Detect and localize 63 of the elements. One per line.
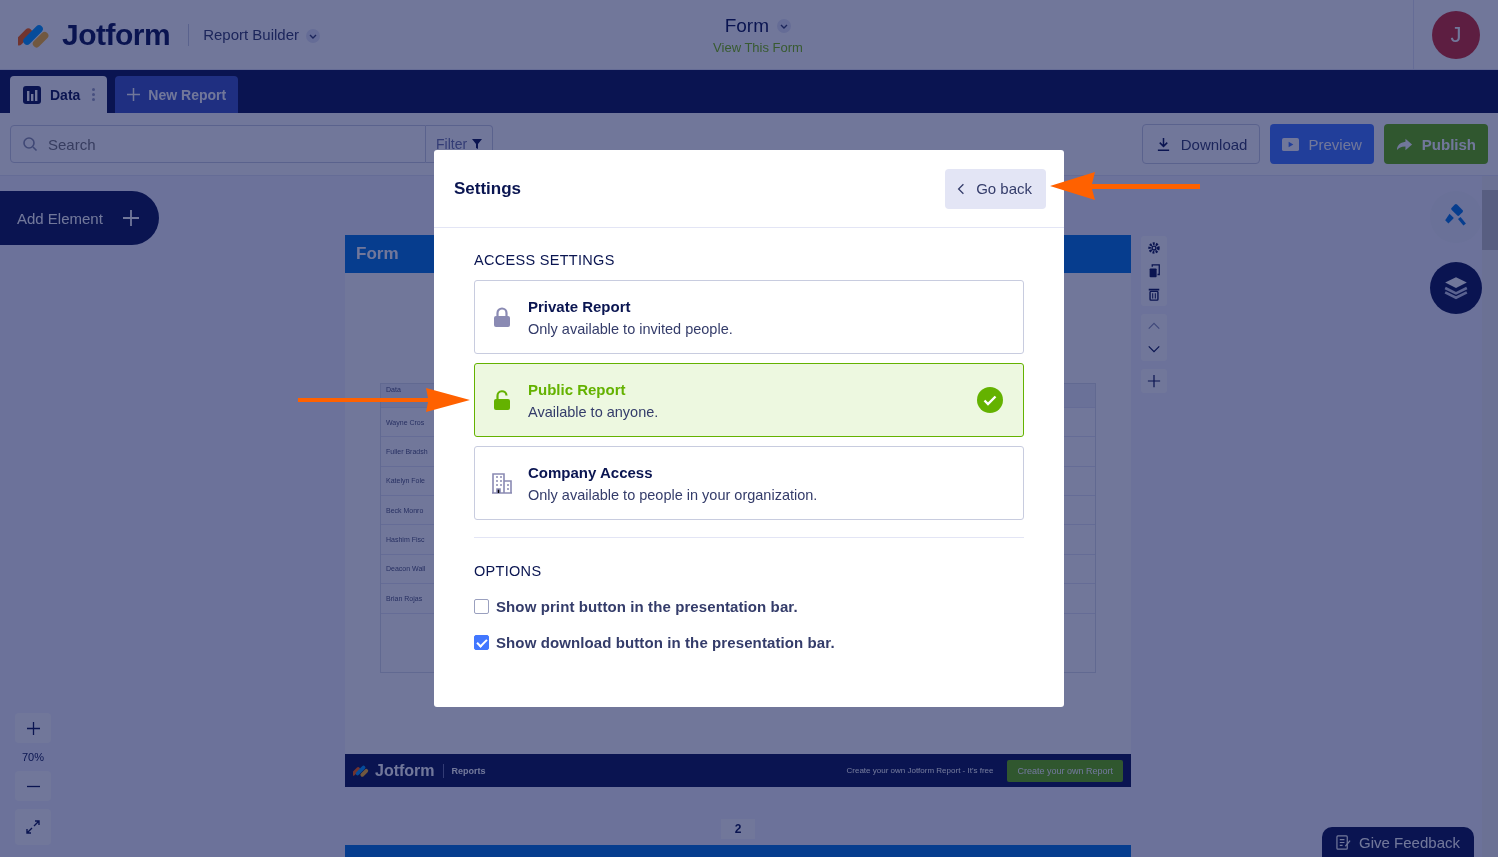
plus-icon — [26, 721, 40, 735]
unlocked-icon — [491, 389, 513, 411]
access-option-card[interactable]: Private Report Only available to invited people. — [474, 280, 1024, 354]
layers-icon — [1443, 275, 1469, 301]
view-form-link[interactable]: View This Form — [713, 39, 803, 55]
search-icon — [22, 136, 38, 152]
layers-button[interactable] — [1430, 262, 1482, 314]
user-avatar[interactable]: J — [1432, 10, 1480, 59]
checkbox-label: Show download button in the presentation bar. — [496, 634, 835, 651]
share-arrow-icon — [1395, 136, 1413, 152]
option-title: Public Report — [528, 380, 627, 398]
lock-icon — [491, 306, 513, 328]
building-icon — [491, 472, 513, 494]
publish-button[interactable]: Publish — [1383, 124, 1488, 164]
option-description: Available to anyone. — [528, 403, 660, 420]
footer-label: Reports — [451, 765, 486, 776]
section-heading: ACCESS SETTINGS — [474, 252, 616, 268]
logo-icon — [353, 763, 369, 779]
checkbox[interactable] — [474, 635, 489, 650]
page-number: 2 — [720, 819, 756, 840]
plus-icon[interactable] — [1147, 374, 1161, 388]
download-button[interactable]: Download — [1141, 124, 1261, 164]
more-icon[interactable] — [92, 88, 96, 101]
footer-logo-text: Jotform — [375, 761, 435, 780]
search-field[interactable]: Search — [10, 125, 426, 163]
option-title: Company Access — [528, 463, 654, 481]
form-title-menu[interactable]: Form — [724, 14, 792, 37]
caret-down-icon — [306, 29, 321, 43]
product-menu[interactable]: Report Builder — [203, 26, 321, 43]
copy-icon[interactable] — [1147, 264, 1161, 278]
access-option-card[interactable]: Public Report Available to anyone. — [474, 363, 1024, 437]
go-back-button[interactable]: Go back — [945, 168, 1046, 209]
create-report-button[interactable]: Create your own Report — [1007, 759, 1123, 782]
fullscreen-icon[interactable] — [15, 809, 51, 845]
page-title: Form — [356, 243, 399, 264]
footer-promo-text: Create your own Jotform Report - It's free — [846, 766, 994, 776]
preview-button[interactable]: Preview — [1270, 124, 1374, 164]
section-heading: OPTIONS — [474, 563, 543, 579]
option-description: Only available to people in your organization. — [528, 486, 819, 503]
delete-icon[interactable] — [1147, 287, 1161, 301]
chevron-left-icon — [957, 182, 966, 195]
play-icon — [1282, 136, 1300, 152]
give-feedback-button[interactable]: Give Feedback — [1322, 827, 1474, 857]
settings-icon[interactable] — [1147, 241, 1161, 255]
check-circle-icon — [977, 387, 1003, 413]
caret-down-icon — [777, 19, 792, 34]
checkbox-label: Show print button in the presentation bar. — [496, 598, 798, 615]
access-option-card[interactable]: Company Access Only available to people in your organization. — [474, 446, 1024, 520]
checkbox[interactable] — [474, 599, 489, 614]
plus-icon — [122, 210, 139, 226]
scrollbar[interactable] — [1482, 176, 1498, 857]
option-title: Private Report — [528, 297, 632, 315]
zoom-in-button[interactable] — [15, 713, 51, 743]
report-tab[interactable]: New Report — [115, 76, 239, 113]
option-description: Only available to invited people. — [528, 320, 734, 337]
report-tab[interactable]: Data — [10, 76, 108, 113]
dialog-title: Settings — [454, 178, 522, 199]
bar-chart-icon — [22, 84, 42, 105]
zoom-level: 70% — [22, 751, 44, 763]
feedback-icon — [1336, 834, 1352, 850]
logo-text: Jotform — [62, 17, 171, 52]
add-element-button[interactable]: Add Element — [0, 191, 159, 245]
plus-icon — [127, 88, 141, 101]
